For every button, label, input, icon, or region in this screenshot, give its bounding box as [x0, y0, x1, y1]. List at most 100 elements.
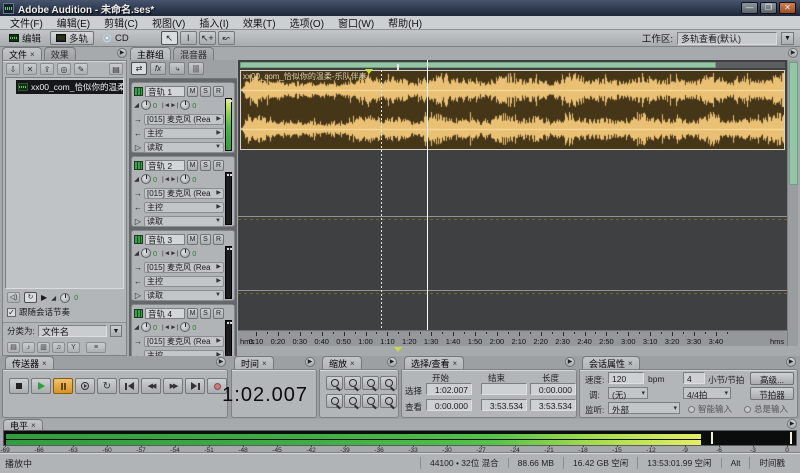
rewind-button[interactable]: ◀◀ — [141, 378, 161, 394]
zoom-selection-right[interactable] — [380, 394, 397, 408]
multitrack-view-button[interactable]: 多轨 — [50, 31, 95, 45]
view-length-field[interactable]: 3:53.534 — [530, 399, 576, 411]
sort-dropdown-arrow-icon[interactable]: ▼ — [110, 325, 122, 337]
pan-knob[interactable] — [180, 100, 191, 110]
track-arm-grid-icon[interactable] — [134, 86, 143, 96]
track-arm-grid-icon[interactable] — [134, 308, 143, 318]
zoom-to-selection[interactable] — [380, 376, 397, 390]
play-button[interactable] — [31, 378, 51, 394]
input-select[interactable]: [015] 麦克风 (Rea ▶ — [144, 261, 224, 273]
zoom-full[interactable] — [362, 376, 379, 390]
zoom-in-vertical[interactable] — [326, 394, 343, 408]
horizontal-scroll-track[interactable] — [240, 62, 785, 70]
view-end-field[interactable]: 3:53.534 — [481, 399, 527, 411]
multitrack-timeline-area[interactable]: xx00_com_恰似你的温柔-乐队伴奏 — [238, 60, 787, 330]
automation-mode-select[interactable]: 读取 ▼ — [144, 215, 224, 227]
audio-clip-track1[interactable]: xx00_com_恰似你的温柔-乐队伴奏 — [240, 70, 785, 150]
selection-length-field[interactable]: 0:00.000 — [530, 383, 576, 395]
vertical-scroll-track[interactable] — [787, 60, 798, 346]
session-panel-menu-button[interactable]: ▶ — [786, 357, 796, 367]
time-signature-select[interactable]: 4/4拍 — [683, 387, 731, 400]
track-name-field[interactable]: 音轨 3 — [145, 233, 185, 245]
go-to-end-button[interactable] — [185, 378, 205, 394]
zoom-selection-left[interactable] — [362, 394, 379, 408]
title-bar[interactable]: Adobe Audition - 未命名.ses* — ❐ ✕ — [0, 0, 800, 16]
workspace-select[interactable]: 多轨查看(默认) — [677, 31, 777, 45]
view-start-field[interactable]: 0:00.000 — [426, 399, 472, 411]
record-arm-button[interactable]: R — [213, 85, 224, 97]
output-select[interactable]: 主控 ▶ — [144, 127, 224, 139]
key-select[interactable]: (无) — [608, 387, 648, 400]
vertical-scroll-thumb[interactable] — [789, 62, 798, 185]
record-arm-button[interactable]: R — [213, 307, 224, 319]
fast-forward-button[interactable]: ▶▶ — [163, 378, 183, 394]
show-audio-files-toggle[interactable]: ▤ — [7, 342, 20, 353]
track-name-field[interactable]: 音轨 2 — [145, 159, 185, 171]
close-button[interactable]: ✕ — [779, 2, 796, 14]
track-name-field[interactable]: 音轨 4 — [145, 307, 185, 319]
menu-item-6[interactable]: 选项(O) — [284, 15, 330, 30]
horizontal-scroll-thumb[interactable] — [240, 62, 716, 68]
record-arm-button[interactable]: R — [213, 233, 224, 245]
edit-file-icon[interactable]: ✎ — [74, 63, 88, 75]
input-select[interactable]: [015] 麦克风 (Rea ▶ — [144, 113, 224, 125]
always-input-radio[interactable]: 总是输入 — [744, 403, 788, 415]
loop-playback-button[interactable]: ↻ — [24, 292, 37, 303]
inputs-outputs-icon[interactable]: ⇄ — [131, 62, 147, 75]
workspace-dropdown-arrow-icon[interactable]: ▼ — [781, 31, 794, 45]
effects-rack-icon[interactable]: fx — [150, 62, 166, 75]
automation-mode-select[interactable]: 读取 ▼ — [144, 289, 224, 301]
monitor-select[interactable]: 外部 — [608, 402, 680, 415]
ruler-position-marker-icon[interactable] — [394, 347, 402, 352]
selection-start-field[interactable]: 1:02.007 — [426, 383, 472, 395]
pan-knob[interactable] — [180, 248, 191, 258]
automation-mode-select[interactable]: 读取 ▼ — [144, 141, 224, 153]
scrub-tool[interactable]: ↜ — [217, 31, 235, 45]
menu-item-1[interactable]: 编辑(E) — [51, 15, 96, 30]
insert-into-cd-icon[interactable]: ◎ — [57, 63, 71, 75]
tab-main-group[interactable]: 主群组 — [130, 47, 172, 60]
tab-selection-view[interactable]: 选择/查看 × — [404, 356, 465, 369]
solo-button[interactable]: S — [200, 307, 211, 319]
tab-zoom[interactable]: 缩放 × — [322, 356, 362, 369]
selection-panel-menu-button[interactable]: ▶ — [565, 357, 575, 367]
move-clip-tool[interactable]: ↖+ — [198, 31, 216, 45]
record-arm-button[interactable]: R — [213, 159, 224, 171]
menu-item-3[interactable]: 视图(V) — [146, 15, 191, 30]
sends-icon[interactable]: ⤷ — [169, 62, 185, 75]
cd-view-button[interactable]: CD — [97, 31, 135, 45]
tab-session-properties[interactable]: 会话属性 × — [582, 356, 640, 369]
mute-button[interactable]: M — [187, 85, 198, 97]
volume-knob[interactable] — [141, 322, 151, 332]
tempo-field[interactable]: 120 — [608, 372, 644, 384]
preview-volume-knob[interactable] — [60, 292, 71, 303]
zoom-out-horizontal[interactable] — [344, 376, 361, 390]
solo-button[interactable]: S — [200, 233, 211, 245]
sort-by-select[interactable]: 文件名 — [37, 325, 107, 337]
zoom-panel-menu-button[interactable]: ▶ — [387, 357, 397, 367]
output-select[interactable]: 主控 ▶ — [144, 201, 224, 213]
maximize-button[interactable]: ❐ — [760, 2, 777, 14]
mute-button[interactable]: M — [187, 159, 198, 171]
import-file-icon[interactable]: ⇩ — [6, 63, 20, 75]
track-name-field[interactable]: 音轨 1 — [145, 85, 185, 97]
loop-play-button[interactable]: ↻ — [97, 378, 117, 394]
minimize-button[interactable]: — — [741, 2, 758, 14]
play-to-end-button[interactable] — [75, 378, 95, 394]
show-midi-files-toggle[interactable]: ♫ — [52, 342, 65, 353]
zoom-out-vertical[interactable] — [344, 394, 361, 408]
advanced-button[interactable]: 高级... — [750, 372, 794, 385]
show-video-files-toggle[interactable]: ▥ — [37, 342, 50, 353]
advanced-options-toggle-icon[interactable]: ▤ — [109, 63, 123, 75]
solo-button[interactable]: S — [200, 85, 211, 97]
smart-input-radio[interactable]: 智能输入 — [688, 403, 732, 415]
mute-button[interactable]: M — [187, 307, 198, 319]
menu-item-8[interactable]: 帮助(H) — [382, 15, 428, 30]
zoom-in-horizontal[interactable] — [326, 376, 343, 390]
pan-knob[interactable] — [180, 322, 191, 332]
menu-item-0[interactable]: 文件(F) — [4, 15, 49, 30]
volume-knob[interactable] — [141, 248, 151, 258]
volume-knob[interactable] — [141, 174, 151, 184]
edit-view-button[interactable]: 编辑 — [3, 31, 47, 45]
input-select[interactable]: [015] 麦克风 (Rea ▶ — [144, 187, 224, 199]
